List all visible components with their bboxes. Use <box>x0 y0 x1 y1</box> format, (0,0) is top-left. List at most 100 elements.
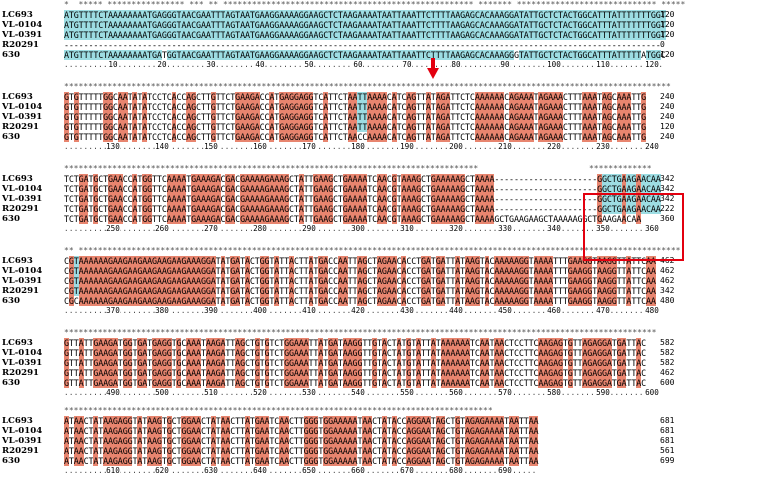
sequence-name: LC693 <box>2 92 33 102</box>
sequence-residues: CGTAAAAAAGAAGAAGAAGAAGAAGAAAGGATATGATACT… <box>64 256 656 266</box>
sequence-name: VL-0104 <box>2 184 43 194</box>
sequence-end-position: 462 <box>660 266 675 275</box>
sequence-row: R20291 ATAACTATAAGAGGTATAAGTGCTGGAACTATAA… <box>0 446 784 456</box>
ruler-tick-label: 300 <box>351 224 365 234</box>
ruler-tick-label: 50 <box>304 60 314 70</box>
sequence-residues: GTGTTTTTGGCAATATATCCTCACCAGCTTGTTCTGAAGA… <box>64 112 647 122</box>
alignment-block: ****************************************… <box>0 328 784 408</box>
sequence-end-position: 342 <box>660 174 675 183</box>
sequence-residues: CGTAAAAAAGAAGAAGAAGAAGAAGAAAGGATATGATACT… <box>64 266 656 276</box>
ruler-tick-label: 420 <box>351 306 365 316</box>
conservation-line: ****************************************… <box>64 164 652 173</box>
sequence-residues: TCTGATGCTGAACCATGGTTCAAAATGAAAGACGACGAAA… <box>64 184 661 194</box>
sequence-end-position: 582 <box>660 338 675 347</box>
sequence-row: R20291 GTGTTTTTGGCAATATATCCTCACCAGCTTGTTC… <box>0 122 784 132</box>
sequence-end-position: 681 <box>660 436 675 445</box>
sequence-row: VL-0104 GTTATTGAAGATGGTGATGAGGTGCAAATAAGA… <box>0 348 784 358</box>
ruler-tick-label: 330 <box>498 224 512 234</box>
sequence-end-position: 120 <box>660 10 675 19</box>
ruler-tick-label: 480 <box>645 306 659 316</box>
ruler-tick-label: 620 <box>155 466 169 476</box>
ruler-tick-label: 20 <box>157 60 167 70</box>
ruler-tick-label: 560 <box>449 388 463 398</box>
ruler-tick-label: 290 <box>302 224 316 234</box>
sequence-end-position: 699 <box>660 456 675 465</box>
sequence-name: R20291 <box>2 446 40 456</box>
alignment-block: * ***** **************** *** ** ********… <box>0 0 784 80</box>
ruler-tick-label: 530 <box>302 388 316 398</box>
sequence-row: VL-0104 CGTAAAAAAGAAGAAGAAGAAGAAGAAAGGATA… <box>0 266 784 276</box>
sequence-residues: TCTGATGCTGAACCATGGTTCAAAATGAAAGACGACGAAA… <box>64 194 661 204</box>
sequence-residues: ATAACTATAAGAGGTATAAGTGCTGGAACTATAACTTATG… <box>64 426 539 436</box>
ruler-tick-label: 320 <box>449 224 463 234</box>
ruler-tick-label: 630 <box>204 466 218 476</box>
sequence-end-position: 0 <box>660 40 665 49</box>
sequence-end-position: 240 <box>660 102 675 111</box>
sequence-residues: ATGTTTTCTAAAAAAAATGAGGGTAACGAATTTAGTAATG… <box>64 30 666 40</box>
ruler-tick-label: 140 <box>155 142 169 152</box>
sequence-name: R20291 <box>2 286 40 296</box>
sequence-row: VL-0104 GTGTTTTTGGCAATATATCCTCACCAGCTTGTT… <box>0 102 784 112</box>
sequence-row: 630 GTGTTTTTGGCAATATATCCTCACCAGCTTGTTCTGA… <box>0 132 784 142</box>
sequence-row: VL-0391 GTTATTGAAGATGGTGATGAGGTGCAAATAAGA… <box>0 358 784 368</box>
ruler-tick-label: 280 <box>253 224 267 234</box>
ruler-tick-label: 250 <box>106 224 120 234</box>
sequence-row: LC693 GTTATTGAAGATGGTGATGAGGTGCAAATAAGATT… <box>0 338 784 348</box>
sequence-row: R20291 CGTAAAAAAGAAGAAGAAGAAGAAGAAAGGATAT… <box>0 286 784 296</box>
ruler-tick-label: 610 <box>106 466 120 476</box>
sequence-end-position: 120 <box>660 20 675 29</box>
sequence-residues: ATGTTTTCTAAAAAAAATGAGGGTAACGAATTTAGTAATG… <box>64 20 666 30</box>
sequence-end-position: 240 <box>660 92 675 101</box>
sequence-residues: GTTATTGAAGATGGTGATGAGGTGCAAATAAGATTAGCTG… <box>64 348 647 358</box>
sequence-name: VL-0391 <box>2 276 43 286</box>
sequence-name: VL-0391 <box>2 436 43 446</box>
sequence-row: VL-0104 ATAACTATAAGAGGTATAAGTGCTGGAACTATA… <box>0 426 784 436</box>
ruler-tick-label: 500 <box>155 388 169 398</box>
ruler-tick-label: 180 <box>351 142 365 152</box>
ruler-tick-label: 170 <box>302 142 316 152</box>
sequence-row: R20291 ----------------------------------… <box>0 40 784 50</box>
alignment-block: ****************************************… <box>0 82 784 162</box>
alignment-block: ****************************************… <box>0 406 784 486</box>
ruler-tick-label: 240 <box>645 142 659 152</box>
sequence-name: R20291 <box>2 368 40 378</box>
ruler-tick-label: 430 <box>400 306 414 316</box>
sequence-end-position: 561 <box>660 446 675 455</box>
sequence-residues: GTTATTGAAGATGGTGATGAGGTGCAAATAAGATTAGCTG… <box>64 338 647 348</box>
ruler-tick-label: 640 <box>253 466 267 476</box>
ruler-tick-label: 520 <box>253 388 267 398</box>
ruler-tick-label: 670 <box>400 466 414 476</box>
sequence-name: LC693 <box>2 174 33 184</box>
sequence-end-position: 600 <box>660 378 675 387</box>
sequence-residues: TCTGATGCTGAACCATGGTTCAAAATGAAAGACGACGAAA… <box>64 174 661 184</box>
sequence-residues: TCTGATGCTGAACCATGGTTCAAAATGAAAGACGACGAAA… <box>64 204 661 214</box>
sequence-residues: GTTATTGAAGATGGTGATGAGGTGCAAATAAGATTAGCTG… <box>64 378 647 388</box>
ruler-tick-label: 30 <box>206 60 216 70</box>
sequence-residues: ATGTTTTCTAAAAAAAATGAGGGTAACGAATTTAGTAATG… <box>64 10 666 20</box>
ruler-tick-label: 70 <box>402 60 412 70</box>
ruler-tick-label: 230 <box>596 142 610 152</box>
sequence-name: R20291 <box>2 122 40 132</box>
ruler-tick-label: 210 <box>498 142 512 152</box>
sequence-residues: GTGTTTTTGGCAATATATCCTCACCAGCTTGTTCTGAAGA… <box>64 122 647 132</box>
ruler-tick-label: 470 <box>596 306 610 316</box>
sequence-name: 630 <box>2 214 20 224</box>
sequence-row: 630 CGCAAAAAAGAAGAAGAAGAAGAAGAAAGGATATGAT… <box>0 296 784 306</box>
ruler-tick-label: 580 <box>547 388 561 398</box>
ruler-tick-label: 490 <box>106 388 120 398</box>
sequence-name: VL-0391 <box>2 30 43 40</box>
ruler-tick-label: 660 <box>351 466 365 476</box>
sequence-residues: ATAACTATAAGAGGTATAAGTGCTGGAACTATAACTTATG… <box>64 456 539 466</box>
sequence-name: VL-0104 <box>2 102 43 112</box>
sequence-end-position: 120 <box>660 30 675 39</box>
sequence-residues: CGTAAAAAAGAAGAAGAAGAAGAAGAAAGGATATGATACT… <box>64 276 656 286</box>
sequence-residues: CGTAAAAAAGAAGAAGAAGAAGAAGAAAGGATATGATACT… <box>64 286 656 296</box>
sequence-row: LC693 ATGTTTTCTAAAAAAAATGAGGGTAACGAATTTAG… <box>0 10 784 20</box>
sequence-row: VL-0391 ATGTTTTCTAAAAAAAATGAGGGTAACGAATTT… <box>0 30 784 40</box>
sequence-row: VL-0391 GTGTTTTTGGCAATATATCCTCACCAGCTTGTT… <box>0 112 784 122</box>
ruler-tick-label: 130 <box>106 142 120 152</box>
sequence-residues: GTTATTGAAGATGGTGATGAGGTGCAAATAAGATTAGCTG… <box>64 368 647 378</box>
sequence-end-position: 120 <box>660 122 675 131</box>
ruler-tick-label: 310 <box>400 224 414 234</box>
sequence-end-position: 462 <box>660 368 675 377</box>
